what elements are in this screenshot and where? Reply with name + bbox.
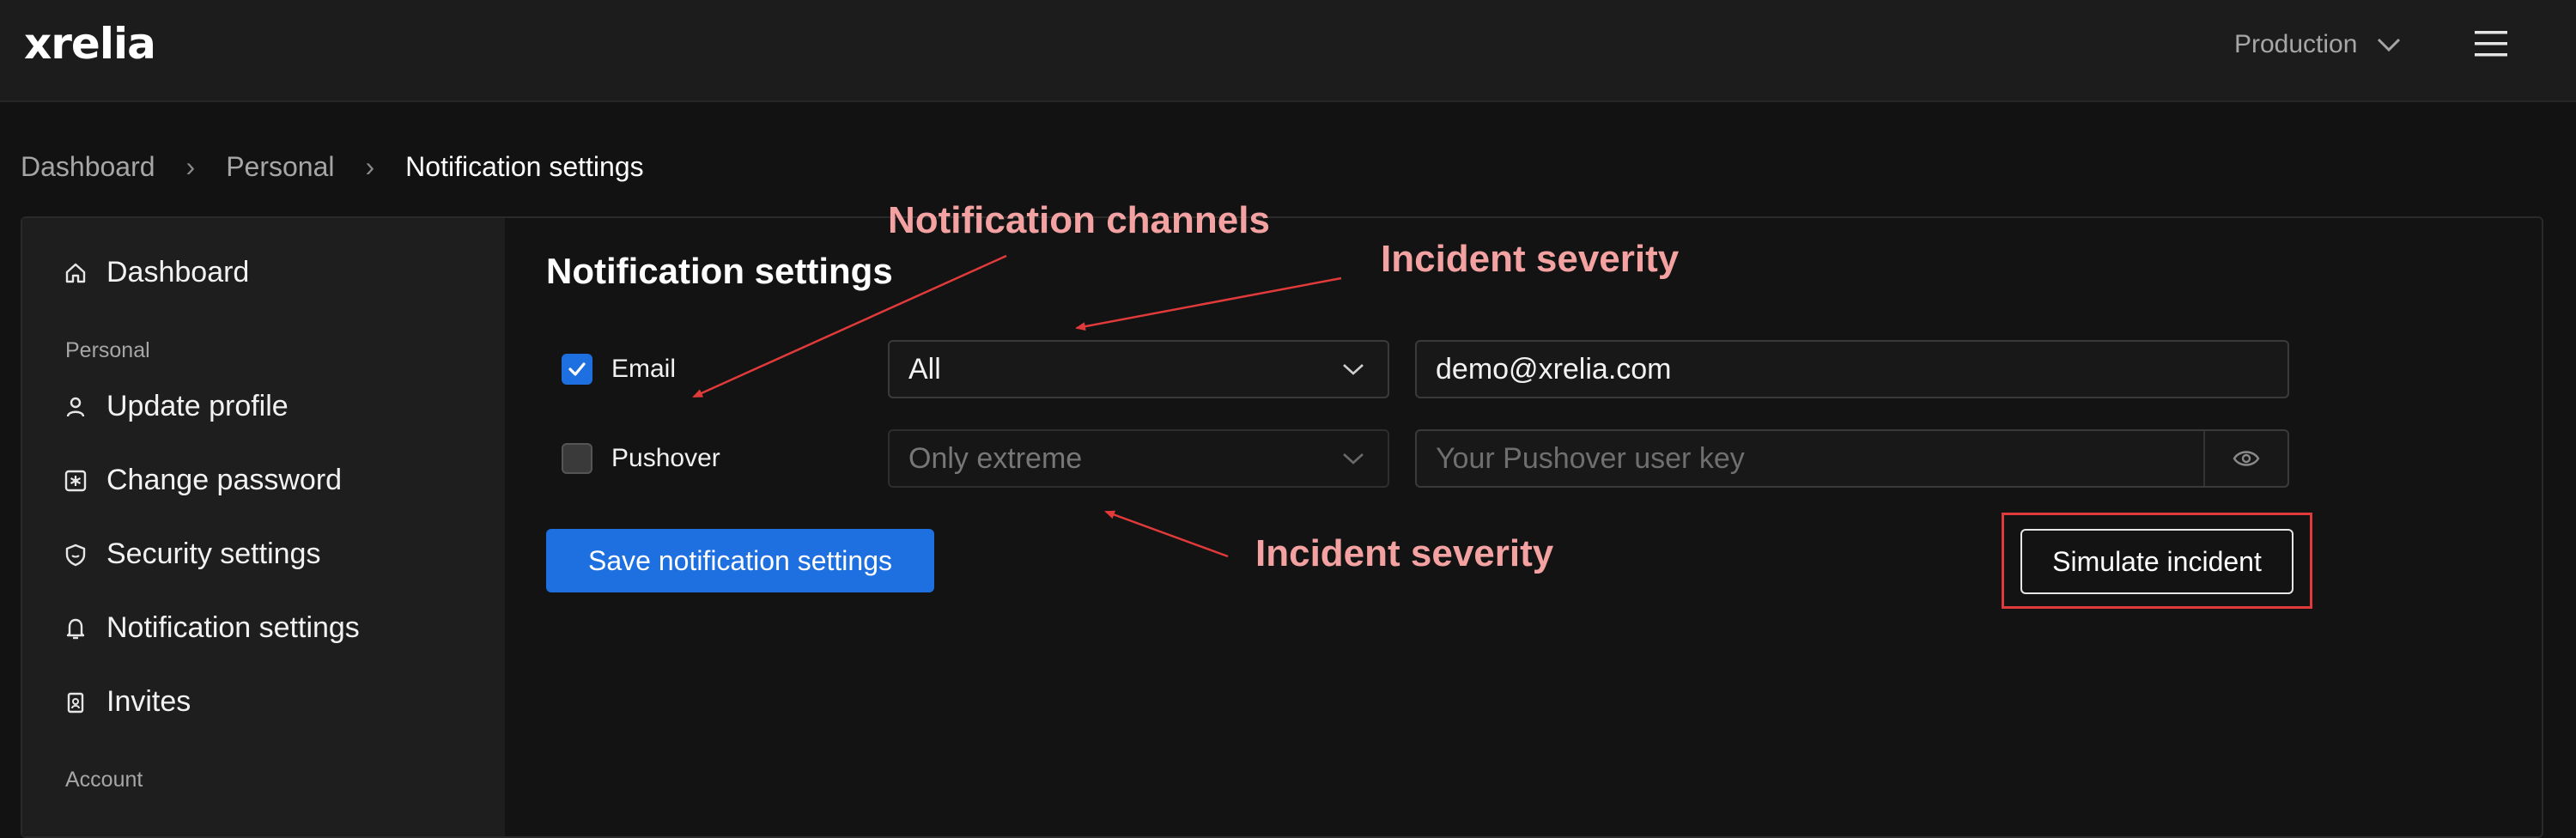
breadcrumb-separator-icon: › [185, 151, 196, 182]
pushover-severity-value: Only extreme [908, 441, 1083, 475]
sidebar-item-change-password[interactable]: Change password [64, 464, 342, 497]
email-channel: Email [562, 354, 676, 385]
sidebar-item-label: Invites [106, 685, 191, 718]
email-severity-select[interactable]: All [888, 340, 1389, 398]
chevron-down-icon [2378, 38, 2401, 52]
top-bar: xrelia Production [0, 0, 2576, 102]
home-icon [65, 263, 86, 282]
save-notification-settings-button[interactable]: Save notification settings [546, 529, 934, 592]
breadcrumb-dashboard[interactable]: Dashboard [21, 151, 155, 183]
sidebar-section-personal: Personal [65, 338, 150, 362]
simulate-incident-button[interactable]: Simulate incident [2020, 529, 2293, 594]
bell-icon [66, 618, 85, 639]
sidebar-item-dashboard[interactable]: Dashboard [64, 256, 249, 289]
logo: xrelia [24, 19, 156, 69]
chevron-down-icon [1343, 364, 1364, 375]
pushover-checkbox[interactable] [562, 443, 592, 474]
sidebar-item-label: Security settings [106, 537, 321, 570]
eye-icon [2233, 451, 2260, 466]
settings-panel: Dashboard Personal Update profile Change… [21, 216, 2543, 838]
chevron-down-icon [1343, 453, 1364, 465]
email-field[interactable]: demo@xrelia.com [1415, 340, 2289, 398]
sidebar-item-notification-settings[interactable]: Notification settings [64, 611, 360, 645]
shield-icon [65, 543, 86, 566]
sidebar-item-label: Dashboard [106, 256, 250, 288]
sidebar-item-security-settings[interactable]: Security settings [64, 537, 320, 571]
environment-dropdown[interactable]: Production [2234, 26, 2402, 64]
page-title: Notification settings [546, 251, 893, 291]
sidebar-item-label: Notification settings [106, 611, 360, 644]
breadcrumb: Dashboard › Personal › Notification sett… [21, 151, 644, 183]
annotation-notification-channels: Notification channels [888, 199, 1270, 241]
sidebar-item-invites[interactable]: Invites [64, 685, 191, 719]
toggle-visibility-button[interactable] [2203, 431, 2287, 486]
environment-label: Production [2234, 30, 2358, 58]
pushover-severity-select[interactable]: Only extreme [888, 429, 1389, 488]
pushover-channel-label: Pushover [611, 444, 720, 472]
email-checkbox[interactable] [562, 354, 592, 385]
breadcrumb-separator-icon: › [365, 151, 375, 182]
annotation-incident-severity-bottom: Incident severity [1255, 532, 1554, 574]
badge-icon [67, 692, 84, 713]
hamburger-menu-icon[interactable] [2473, 26, 2509, 62]
sidebar-item-update-profile[interactable]: Update profile [64, 390, 289, 423]
email-severity-value: All [908, 352, 941, 386]
sidebar-section-account: Account [65, 768, 143, 792]
pushover-channel: Pushover [562, 443, 720, 474]
pushover-user-key-input[interactable]: Your Pushover user key [1415, 429, 2289, 488]
asterisk-icon [64, 470, 87, 491]
annotation-incident-severity-top: Incident severity [1381, 238, 1680, 280]
sidebar-item-label: Change password [106, 464, 343, 496]
pushover-user-key-placeholder: Your Pushover user key [1436, 441, 1745, 475]
email-channel-label: Email [611, 355, 677, 383]
sidebar: Dashboard Personal Update profile Change… [22, 218, 505, 836]
sidebar-item-label: Update profile [106, 390, 289, 422]
breadcrumb-current: Notification settings [405, 151, 644, 182]
breadcrumb-personal[interactable]: Personal [226, 151, 334, 183]
check-icon [568, 362, 586, 376]
email-field-value: demo@xrelia.com [1436, 352, 1672, 386]
user-icon [66, 397, 85, 416]
